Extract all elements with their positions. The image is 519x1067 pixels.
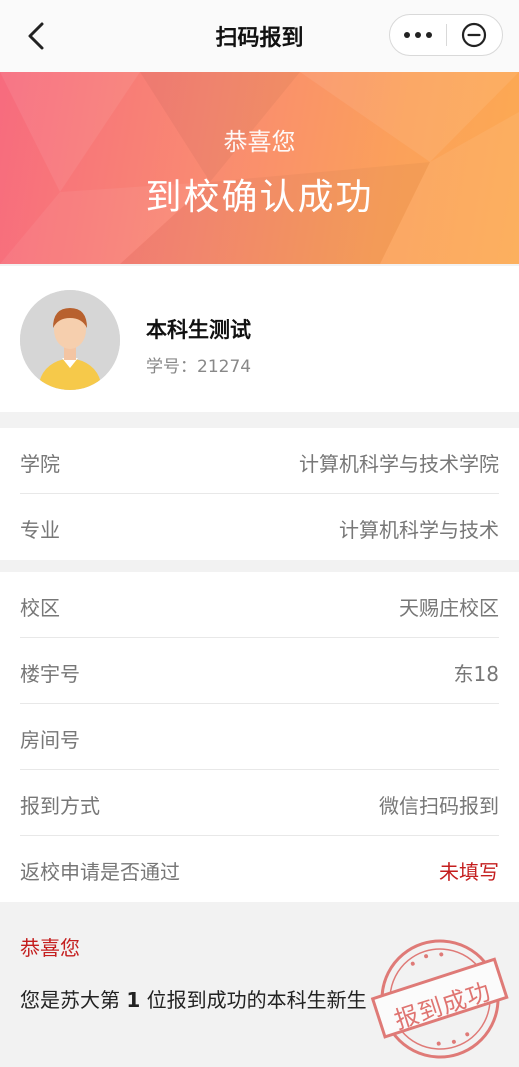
info-row-building: 楼宇号 东18 bbox=[0, 638, 519, 704]
rank-message: 您是苏大第 1 位报到成功的本科生新生 bbox=[20, 984, 367, 1013]
info-row-room: 房间号 bbox=[0, 704, 519, 770]
rank-message-suffix: 位报到成功的本科生新生 bbox=[146, 988, 367, 1012]
rank-number: 1 bbox=[126, 988, 141, 1012]
student-id: 学号：21274 bbox=[146, 357, 252, 377]
info-value-status: 未填写 bbox=[439, 860, 499, 884]
close-button[interactable] bbox=[446, 15, 502, 55]
info-row-college: 学院 计算机科学与技术学院 bbox=[0, 428, 519, 494]
nav-bar: 扫码报到 bbox=[0, 0, 519, 73]
info-row-return-approval: 返校申请是否通过 未填写 bbox=[0, 836, 519, 902]
info-value: 天赐庄校区 bbox=[399, 596, 499, 620]
info-value: 东18 bbox=[453, 662, 499, 686]
more-dots-icon bbox=[403, 32, 432, 38]
info-section-dorm: 校区 天赐庄校区 楼宇号 东18 房间号 报到方式 微信扫码报到 返校申请是否通… bbox=[0, 572, 519, 902]
info-value: 微信扫码报到 bbox=[379, 794, 499, 818]
banner-headline: 到校确认成功 bbox=[145, 177, 374, 218]
rank-message-prefix: 您是苏大第 bbox=[20, 988, 120, 1012]
info-row-campus: 校区 天赐庄校区 bbox=[0, 572, 519, 638]
info-value: 计算机科学与技术学院 bbox=[299, 452, 499, 476]
minus-circle-icon bbox=[462, 22, 487, 48]
avatar bbox=[20, 290, 120, 390]
student-name: 本科生测试 bbox=[146, 318, 251, 342]
info-label: 校区 bbox=[20, 596, 60, 620]
info-label: 楼宇号 bbox=[20, 662, 80, 686]
banner-greeting: 恭喜您 bbox=[223, 128, 296, 156]
user-avatar-icon bbox=[20, 290, 120, 390]
more-button[interactable] bbox=[390, 15, 446, 55]
info-row-major: 专业 计算机科学与技术 bbox=[0, 494, 519, 560]
info-label: 返校申请是否通过 bbox=[20, 860, 180, 884]
info-label: 报到方式 bbox=[20, 794, 100, 818]
info-label: 学院 bbox=[20, 452, 60, 476]
info-row-checkin-method: 报到方式 微信扫码报到 bbox=[0, 770, 519, 836]
mini-program-capsule bbox=[389, 14, 503, 56]
info-section-academic: 学院 计算机科学与技术学院 专业 计算机科学与技术 bbox=[0, 428, 519, 560]
congrats-section: 恭喜您 您是苏大第 1 位报到成功的本科生新生 报到成功 bbox=[0, 904, 519, 1067]
info-label: 专业 bbox=[20, 518, 60, 542]
info-label: 房间号 bbox=[20, 728, 80, 752]
congrats-title: 恭喜您 bbox=[20, 936, 80, 960]
info-value: 计算机科学与技术 bbox=[339, 518, 499, 542]
profile-card: 本科生测试 学号：21274 bbox=[0, 266, 519, 412]
success-banner: 恭喜您 到校确认成功 bbox=[0, 72, 519, 264]
